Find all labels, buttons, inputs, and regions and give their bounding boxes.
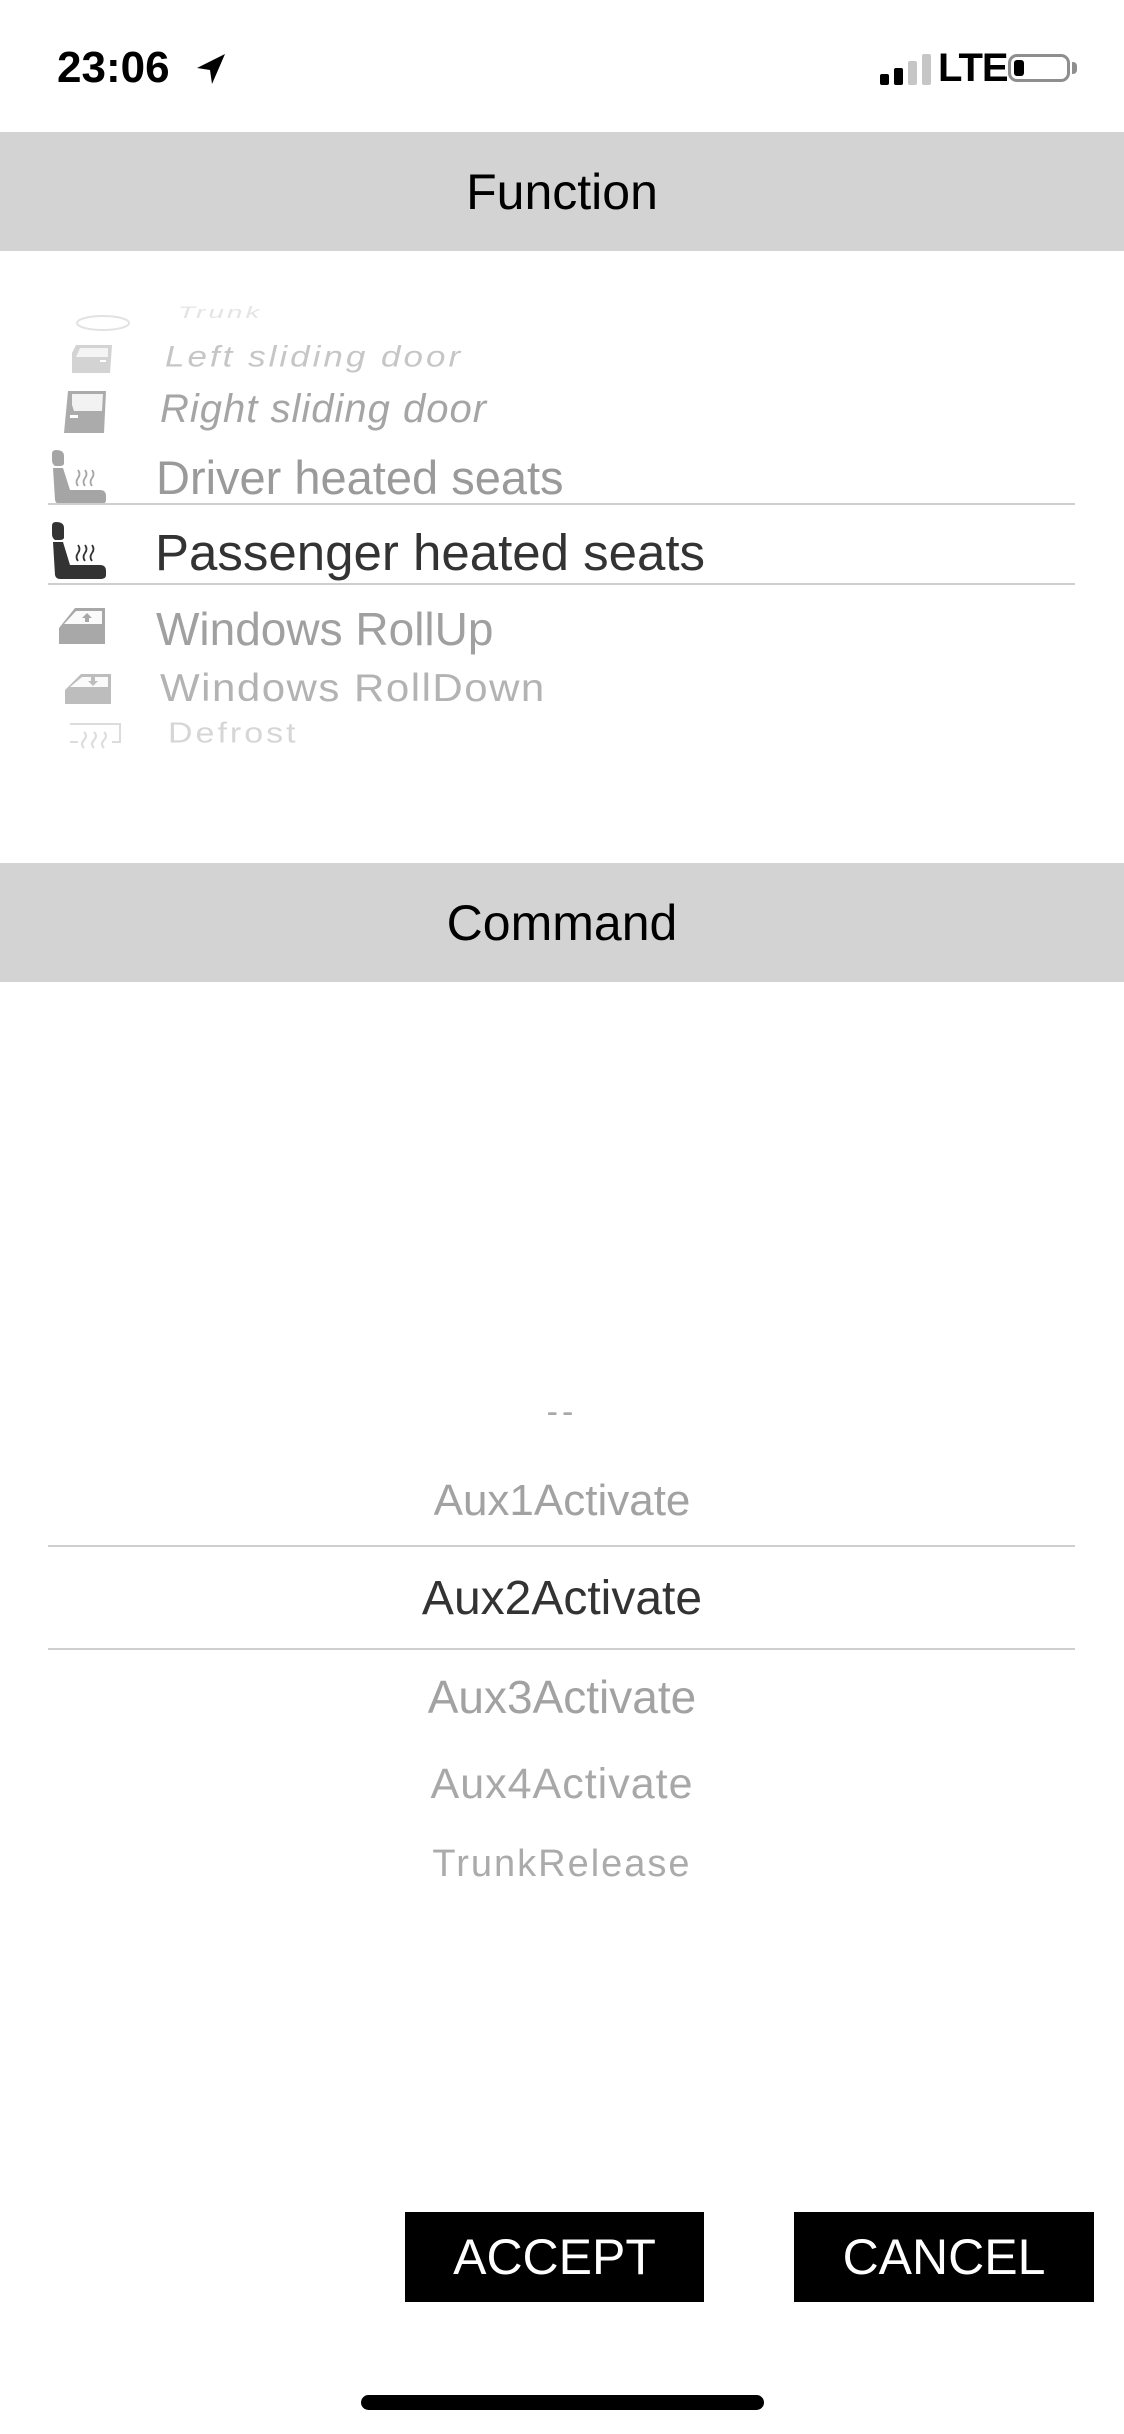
heated-seat-icon xyxy=(52,450,106,504)
command-selection-top-line xyxy=(48,1545,1075,1547)
status-time: 23:06 xyxy=(57,43,170,92)
home-indicator[interactable] xyxy=(361,2395,764,2410)
function-section-header: Function xyxy=(0,132,1124,251)
command-option-aux3activate[interactable]: Aux3Activate xyxy=(0,1670,1124,1724)
trunk-icon xyxy=(76,315,130,331)
heated-seat-icon xyxy=(52,522,106,579)
function-option-defrost[interactable]: Defrost xyxy=(0,718,1124,754)
cancel-button[interactable]: CANCEL xyxy=(794,2212,1094,2302)
accept-button[interactable]: ACCEPT xyxy=(405,2212,704,2302)
command-section-header: Command xyxy=(0,863,1124,982)
function-option-driver-heated-seats[interactable]: Driver heated seats xyxy=(0,448,1124,504)
function-selection-bottom-line xyxy=(48,583,1075,585)
location-arrow-icon xyxy=(197,54,225,84)
function-option-label: Left sliding door xyxy=(165,340,464,374)
cellular-signal-icon xyxy=(880,53,934,85)
right-sliding-door-icon xyxy=(64,391,106,433)
function-option-label: Driver heated seats xyxy=(156,451,564,504)
battery-icon xyxy=(1008,54,1070,82)
battery-cap xyxy=(1072,62,1077,74)
function-option-label: Windows RollUp xyxy=(156,603,494,655)
function-section-title: Function xyxy=(466,163,658,220)
battery-level-fill xyxy=(1014,60,1024,76)
function-option-passenger-heated-seats[interactable]: Passenger heated seats xyxy=(0,518,1124,582)
function-option-left-sliding-door[interactable]: Left sliding door xyxy=(0,340,1124,380)
command-option-trunkrelease[interactable]: TrunkRelease xyxy=(0,1843,1124,1886)
defrost-icon xyxy=(70,723,121,749)
function-option-label: Defrost xyxy=(168,718,299,750)
command-option-none[interactable]: -- xyxy=(0,1393,1124,1432)
function-option-label: Windows RollDown xyxy=(160,666,546,710)
function-selection-top-line xyxy=(48,503,1075,505)
function-option-trunk[interactable]: Trunk xyxy=(0,305,1124,335)
command-option-aux4activate[interactable]: Aux4Activate xyxy=(0,1760,1124,1809)
window-up-icon xyxy=(59,608,105,644)
function-option-label-selected: Passenger heated seats xyxy=(155,524,706,581)
left-sliding-door-icon xyxy=(72,345,112,373)
command-option-aux2activate-selected[interactable]: Aux2Activate xyxy=(0,1571,1124,1626)
function-option-windows-rollup[interactable]: Windows RollUp xyxy=(0,600,1124,655)
network-type-label: LTE xyxy=(938,46,1009,90)
function-option-label: Trunk xyxy=(178,305,263,322)
command-selection-bottom-line xyxy=(48,1648,1075,1650)
window-down-icon xyxy=(65,674,111,704)
function-option-right-sliding-door[interactable]: Right sliding door xyxy=(0,385,1124,440)
function-option-windows-rolldown[interactable]: Windows RollDown xyxy=(0,666,1124,712)
command-option-aux1activate[interactable]: Aux1Activate xyxy=(0,1476,1124,1526)
function-option-label: Right sliding door xyxy=(160,387,488,431)
command-section-title: Command xyxy=(446,894,678,951)
